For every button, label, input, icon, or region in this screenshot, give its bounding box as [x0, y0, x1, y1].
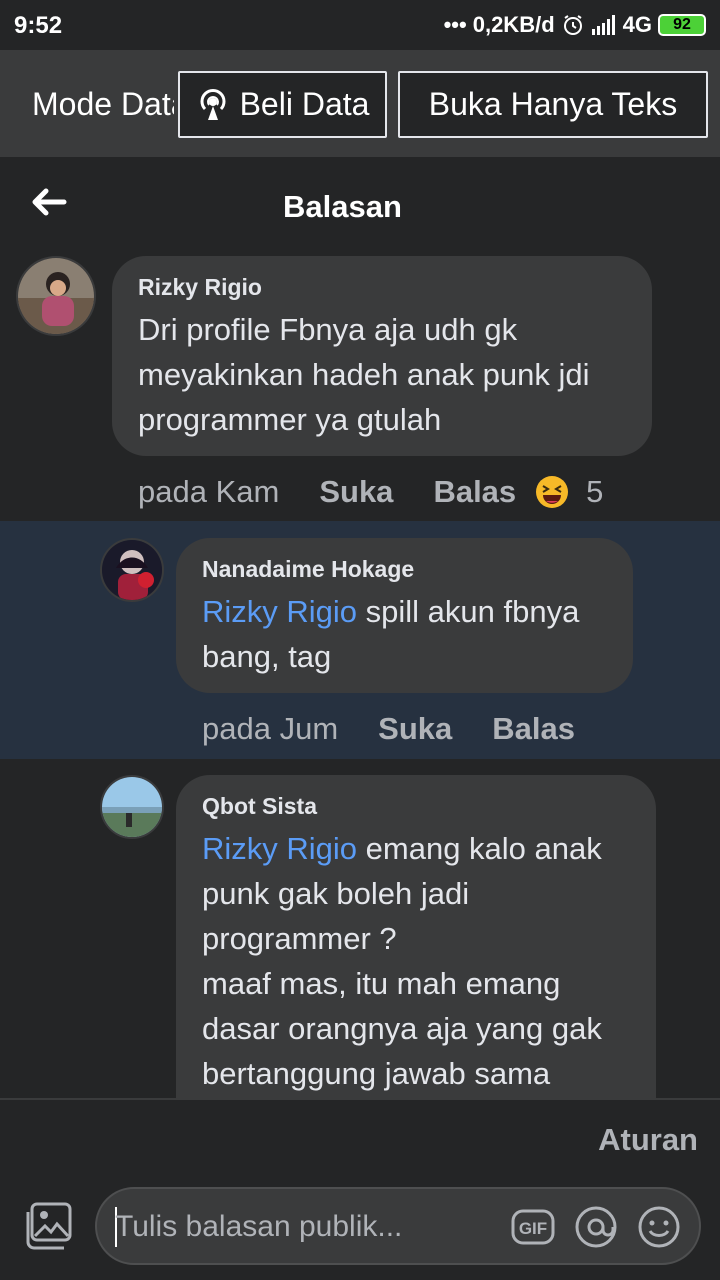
avatar[interactable]: [100, 538, 164, 602]
gif-icon[interactable]: GIF: [511, 1205, 555, 1249]
reply-button[interactable]: Balas: [492, 711, 575, 747]
text-only-label: Buka Hanya Teks: [428, 86, 678, 122]
comment-author[interactable]: Qbot Sista: [202, 793, 630, 820]
comment-text: Rizky Rigio spill akun fbnya bang, tag: [202, 589, 607, 679]
comment-bubble[interactable]: Rizky Rigio Dri profile Fbnya aja udh gk…: [112, 256, 652, 456]
mention-icon[interactable]: [574, 1205, 618, 1249]
emoji-icon[interactable]: [637, 1205, 681, 1249]
photo-icon[interactable]: [22, 1200, 74, 1252]
status-time: 9:52: [14, 12, 63, 39]
comment-time: pada Kam: [138, 474, 280, 509]
replies-header: Balasan: [0, 157, 720, 257]
comment-actions: pada Kam Suka Balas 5: [138, 474, 603, 510]
comment-text-continued: maaf mas, itu mah emang dasar orangnya a…: [202, 966, 602, 1091]
mention-link[interactable]: Rizky Rigio: [202, 594, 357, 629]
battery-level: 92: [673, 16, 691, 33]
comment-text: Rizky Rigio emang kalo anak punk gak bol…: [202, 826, 630, 1096]
broadcast-icon: [200, 88, 226, 120]
comment-bubble[interactable]: Qbot Sista Rizky Rigio emang kalo anak p…: [176, 775, 656, 1105]
comment-text: Dri profile Fbnya aja udh gk meyakinkan …: [138, 312, 590, 437]
signal-icon: [591, 15, 615, 35]
avatar[interactable]: [16, 256, 96, 336]
avatar[interactable]: [100, 775, 164, 839]
reply-button[interactable]: Balas: [433, 474, 516, 510]
comment-time: pada Jum: [202, 711, 339, 746]
text-only-button[interactable]: Buka Hanya Teks: [398, 71, 708, 138]
like-button[interactable]: Suka: [319, 474, 393, 510]
gif-label: GIF: [519, 1219, 547, 1238]
like-button[interactable]: Suka: [378, 711, 452, 747]
mention-link[interactable]: Rizky Rigio: [202, 831, 357, 866]
comment-author[interactable]: Nanadaime Hokage: [202, 556, 607, 583]
page-title: Balasan: [283, 189, 402, 224]
comment-bubble[interactable]: Nanadaime Hokage Rizky Rigio spill akun …: [176, 538, 633, 693]
reply-input-box[interactable]: GIF: [95, 1187, 701, 1265]
alarm-icon: [563, 15, 582, 35]
data-mode-label: Mode Data: [32, 86, 174, 122]
status-bar: 9:52 ••• 0,2KB/d 4G 92: [0, 0, 720, 50]
more-dots-icon: •••: [443, 12, 467, 37]
buy-data-label: Beli Data: [239, 86, 370, 122]
network-type: 4G: [622, 12, 652, 37]
reply-composer: Aturan GIF: [0, 1098, 720, 1280]
buy-data-button[interactable]: Beli Data: [178, 71, 387, 138]
comment-author[interactable]: Rizky Rigio: [138, 274, 626, 301]
haha-reaction-icon[interactable]: [534, 474, 570, 510]
battery-icon: 92: [658, 14, 706, 36]
reply-input[interactable]: [115, 1203, 495, 1251]
data-mode-bar: Mode Data Beli Data Buka Hanya Teks: [0, 50, 720, 157]
comment-actions: pada Jum Suka Balas: [202, 711, 575, 747]
status-indicators: ••• 0,2KB/d 4G 92: [444, 12, 706, 38]
reaction-count[interactable]: 5: [586, 474, 603, 510]
network-speed: 0,2KB/d: [472, 12, 555, 37]
rules-link[interactable]: Aturan: [598, 1122, 698, 1158]
